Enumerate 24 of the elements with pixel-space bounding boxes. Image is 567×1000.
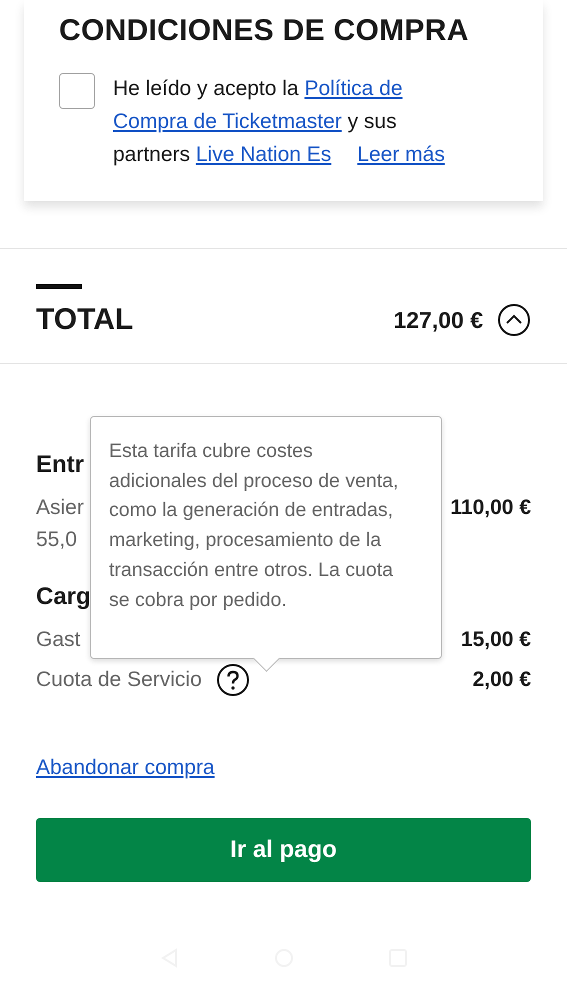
accent-bar [36,284,82,289]
chevron-up-icon[interactable] [497,303,531,337]
item-amount: 15,00 € [460,627,531,653]
terms-link[interactable]: Live Nation Es [196,143,332,166]
tooltip-text: Esta tarifa cubre costes adicionales del proceso de venta, como la generación de entradas, marketing, procesamiento de la transacción entre otros. La cuota se cobra por pedido. [109,439,400,613]
checkbox[interactable] [59,73,95,109]
abandon-link[interactable]: Abandonar compra [36,756,215,780]
total-amount: 127,00 € [393,306,483,334]
help-icon[interactable] [216,663,250,697]
item-detail: 55,0 [36,527,78,553]
section-heading: Carg [36,583,91,610]
item-label: Asier [36,496,84,520]
section-heading: Entr [36,451,84,478]
terms-link[interactable]: Política de [304,77,403,100]
read-more-link[interactable]: Leer más [357,143,445,166]
terms-link[interactable]: Compra de Ticketmaster [113,110,342,133]
item-amount: 2,00 € [472,667,531,693]
item-label: Gast [36,628,80,652]
item-amount: 110,00 € [450,495,531,521]
total-label: TOTAL [36,303,134,337]
pay-button[interactable]: Ir al pago [36,818,531,882]
section-title: CONDICIONES DE COMPRA [59,14,470,48]
item-label: Cuota de Servicio [36,668,202,692]
terms-text: He leído y acepto la Política de Compra de Ticketmaster y sus partners Live Nation Es Leer más [113,76,445,168]
